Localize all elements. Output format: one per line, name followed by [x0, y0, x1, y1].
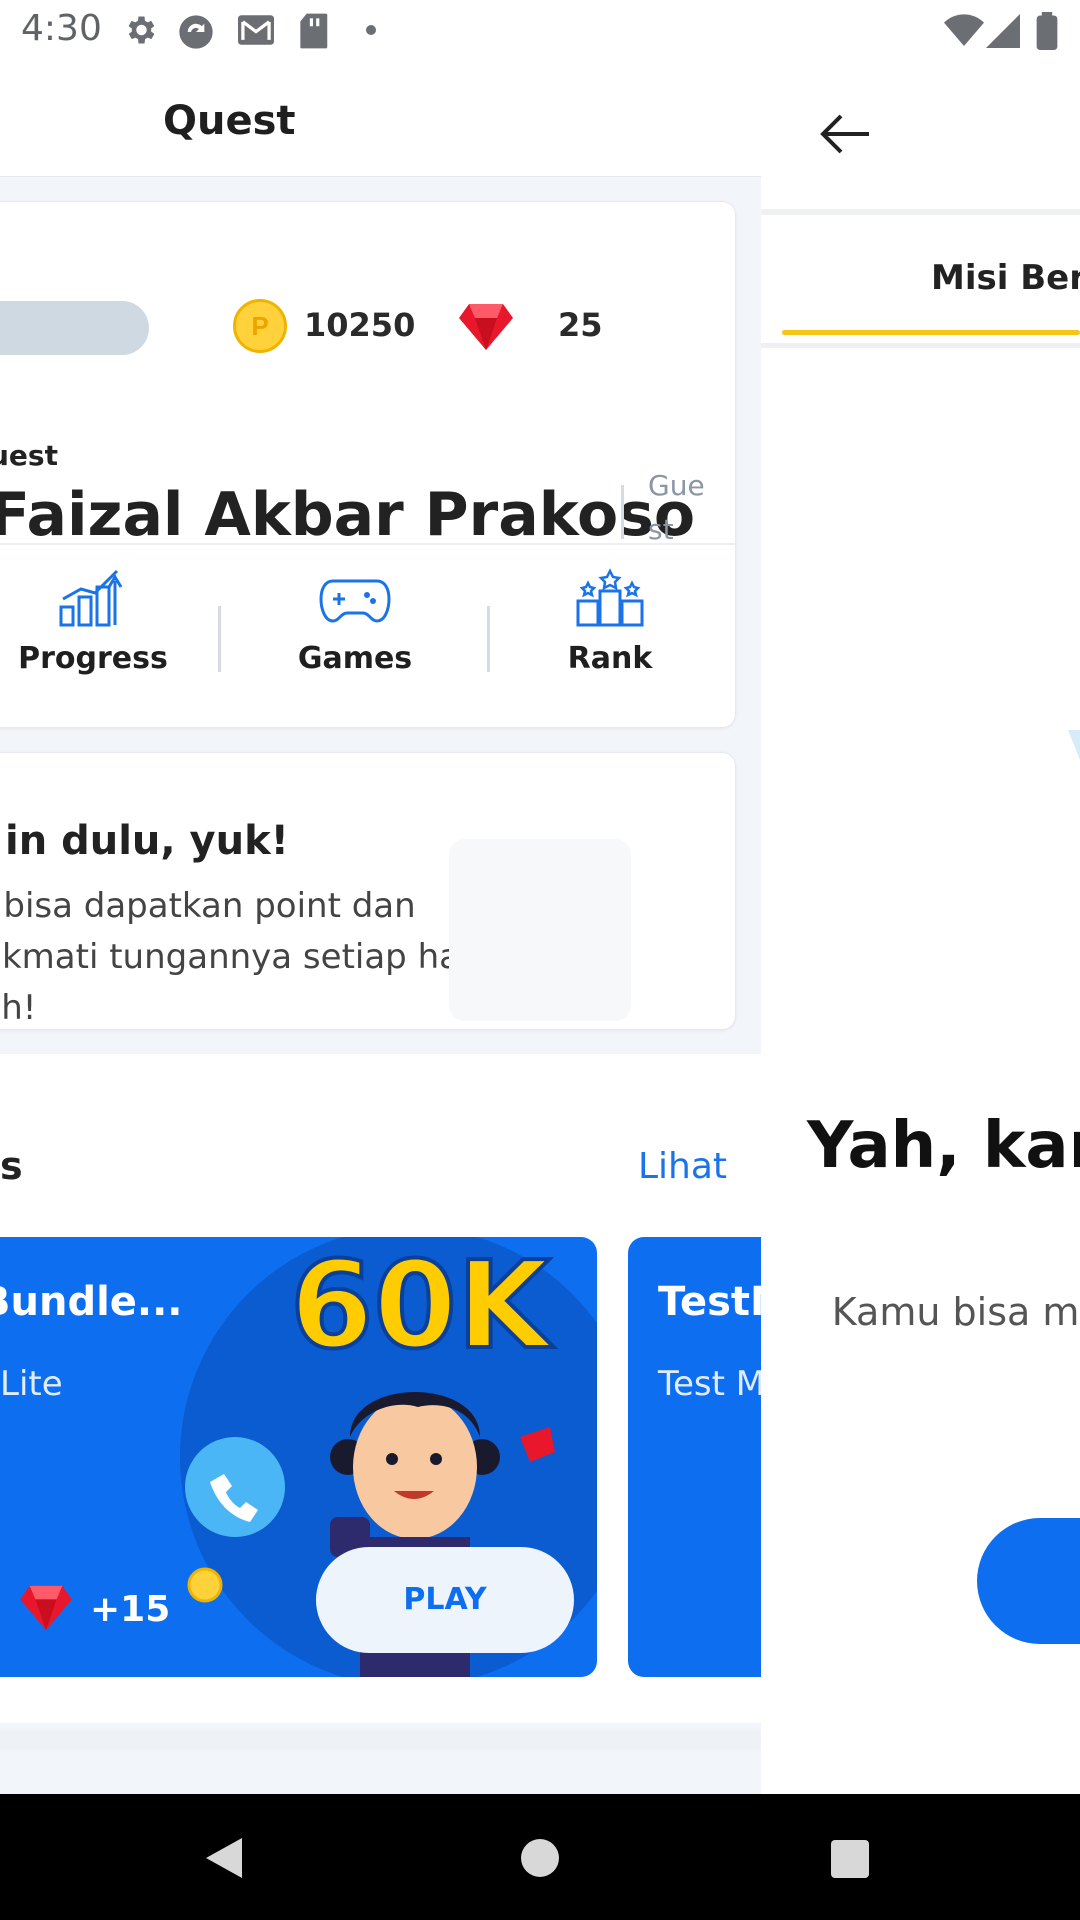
login-banner[interactable]: in dulu, yuk! u bisa dapatkan point dan … [0, 752, 736, 1030]
game-subtitle: Test M [658, 1364, 761, 1404]
menu-separator [487, 606, 490, 672]
menu-label-rank: Rank [567, 641, 653, 676]
gems-value: 25 [558, 306, 603, 344]
level-progress-pill [0, 301, 149, 355]
empty-state-description: Kamu bisa me menc [831, 1290, 1080, 1334]
nav-recents-icon[interactable] [831, 1840, 869, 1878]
mission-panel: Misi Berj Yah, kan Kamu bisa me menc [761, 64, 1080, 1794]
quest-panel: Quest P 10250 25 uest Faizal Akbar Prako… [0, 64, 761, 1794]
game-reward: +15 [90, 1589, 171, 1630]
tab-divider [761, 343, 1080, 348]
status-time: 4:30 [21, 8, 102, 49]
gamepad-icon [319, 579, 391, 623]
card-divider [0, 543, 735, 545]
gem-icon [459, 304, 513, 350]
play-button[interactable]: PLAY [316, 1547, 574, 1653]
empty-state-illustration [1068, 730, 1080, 760]
progress-button[interactable]: Progress [0, 567, 198, 676]
nav-back-icon[interactable] [204, 1836, 244, 1880]
gmail-icon [238, 15, 274, 45]
game-subtitle: Lite [0, 1364, 63, 1404]
see-all-link[interactable]: Lihat [638, 1146, 727, 1187]
user-status-badge: Guest [648, 469, 705, 546]
section-divider [0, 1730, 761, 1750]
games-section-title: s [0, 1144, 23, 1188]
back-arrow-icon[interactable] [819, 112, 871, 156]
game-title: TestM [658, 1279, 761, 1325]
name-divider [621, 485, 624, 539]
nav-home-icon[interactable] [521, 1839, 559, 1877]
quest-header: Quest [0, 64, 761, 177]
sd-card-icon [300, 13, 328, 49]
menu-separator [218, 606, 221, 672]
progress-chart-icon [59, 569, 123, 627]
page-title: Quest [163, 98, 296, 144]
points-value: 10250 [304, 306, 416, 344]
wifi-icon [944, 14, 984, 46]
user-name: Faizal Akbar Prakoso [0, 480, 696, 550]
games-section: s Lihat 60K Bundle... Lite +15 PLAY Test… [0, 1054, 761, 1723]
tab-ongoing-missions[interactable]: Misi Berj [931, 258, 1080, 298]
login-illustration [449, 839, 631, 1021]
login-banner-title: in dulu, yuk! [5, 818, 289, 864]
game-title: Bundle... [0, 1279, 183, 1325]
rank-button[interactable]: Rank [505, 567, 715, 676]
active-tab-indicator [782, 330, 1080, 335]
game-card[interactable]: TestM Test M [628, 1237, 761, 1677]
empty-state-title: Yah, kan [807, 1109, 1080, 1183]
notification-dot-icon [366, 25, 376, 35]
empty-state-action-button[interactable] [977, 1518, 1080, 1644]
settings-icon [128, 16, 155, 44]
signal-icon [986, 14, 1020, 48]
podium-icon [576, 568, 644, 627]
menu-label-progress: Progress [18, 641, 168, 676]
system-nav-bar [0, 1794, 1080, 1920]
status-bar: 4:30 [0, 0, 1080, 64]
game-card[interactable]: 60K Bundle... Lite +15 PLAY [0, 1237, 597, 1677]
game-banner-text: 60K [290, 1237, 554, 1376]
battery-icon [1036, 12, 1058, 50]
gem-icon [20, 1585, 72, 1631]
header-divider [761, 209, 1080, 215]
role-label: uest [0, 439, 58, 472]
profile-card: P 10250 25 uest Faizal Akbar Prakoso Gue… [0, 201, 736, 728]
games-button[interactable]: Games [250, 567, 460, 676]
point-coin-icon: P [233, 299, 287, 353]
sync-app-icon [179, 15, 213, 49]
menu-label-games: Games [297, 641, 413, 676]
